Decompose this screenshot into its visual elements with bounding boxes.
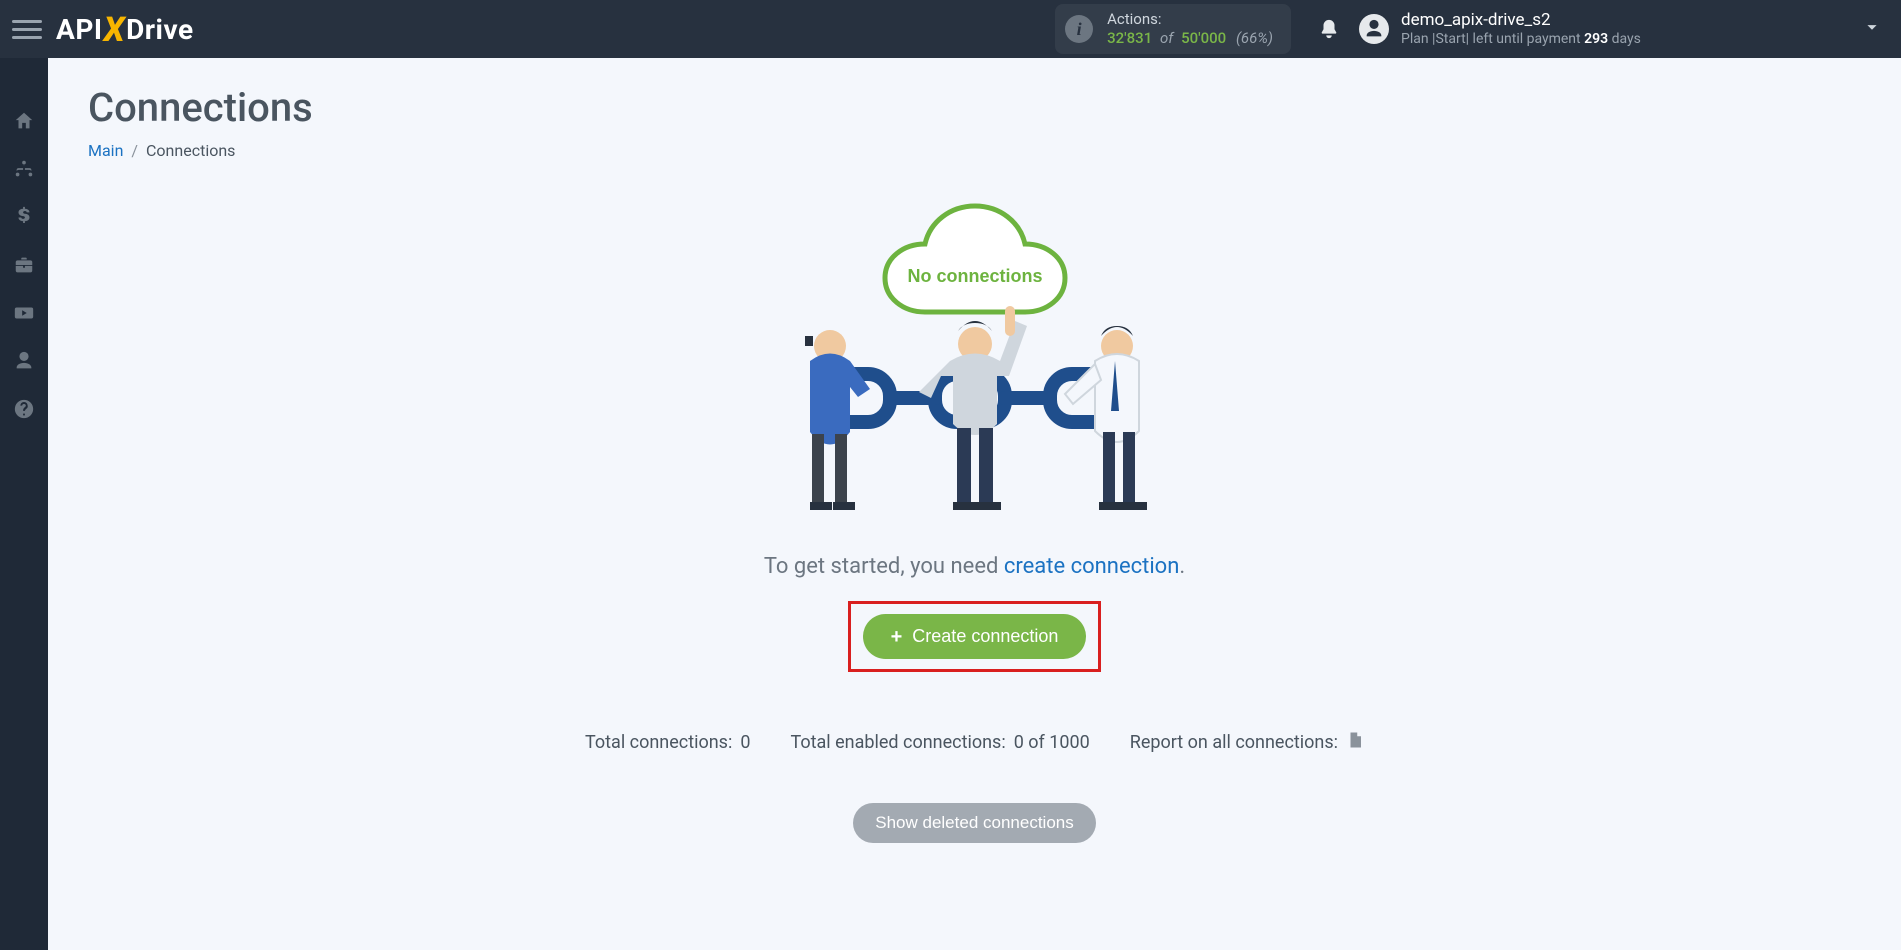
main-content: Connections Main / Connections No connec…	[48, 58, 1901, 950]
sidebar-item-account[interactable]	[0, 338, 48, 384]
breadcrumb-current: Connections	[146, 141, 235, 160]
sidebar-item-billing[interactable]	[0, 194, 48, 240]
page-title: Connections	[88, 84, 1861, 131]
actions-used: 32'831	[1107, 29, 1152, 47]
sidebar-item-video[interactable]	[0, 290, 48, 336]
user-avatar-icon[interactable]	[1359, 14, 1389, 44]
user-name: demo_apix-drive_s2	[1401, 10, 1861, 30]
logo-post: Drive	[126, 13, 193, 46]
sidebar-item-help[interactable]	[0, 386, 48, 432]
user-block[interactable]: demo_apix-drive_s2 Plan |Start| left unt…	[1401, 10, 1861, 47]
breadcrumb: Main / Connections	[88, 141, 1861, 160]
empty-state-illustration: No connections	[765, 196, 1185, 526]
create-connection-button[interactable]: + Create connection	[863, 614, 1087, 659]
menu-toggle-button[interactable]	[12, 14, 42, 44]
stats-enabled-label: Total enabled connections:	[790, 732, 1005, 753]
stats-total: Total connections: 0	[585, 732, 750, 753]
plan-prefix: Plan |Start| left until payment	[1401, 31, 1584, 47]
shell: Connections Main / Connections No connec…	[0, 58, 1901, 950]
document-icon	[1346, 730, 1364, 755]
toolbox-icon	[13, 254, 35, 276]
actions-numbers: 32'831 of 50'000 (66%)	[1107, 29, 1273, 48]
notifications-button[interactable]	[1315, 15, 1343, 43]
actions-usage-box[interactable]: i Actions: 32'831 of 50'000 (66%)	[1055, 4, 1291, 54]
stats-enabled-value: 0 of 1000	[1014, 732, 1090, 753]
hint-create-link[interactable]: create connection	[1004, 554, 1180, 579]
connections-icon	[13, 158, 35, 180]
create-button-label: Create connection	[912, 626, 1058, 647]
empty-state: No connections	[88, 196, 1861, 843]
actions-percent: (66%)	[1236, 29, 1273, 47]
hint-before: To get started, you need	[764, 554, 1004, 579]
user-plan: Plan |Start| left until payment 293 days	[1401, 31, 1861, 48]
plus-icon: +	[891, 627, 903, 647]
account-icon	[13, 350, 35, 372]
show-deleted-wrap: Show deleted connections	[853, 803, 1095, 843]
plan-suffix: days	[1608, 31, 1641, 47]
sidebar	[0, 58, 48, 950]
billing-icon	[13, 206, 35, 228]
logo-pre: API	[56, 13, 103, 46]
sidebar-item-toolbox[interactable]	[0, 242, 48, 288]
stats-total-label: Total connections:	[585, 732, 732, 753]
actions-label: Actions:	[1107, 10, 1273, 29]
empty-state-hint: To get started, you need create connecti…	[764, 554, 1185, 579]
logo[interactable]: API X Drive	[56, 9, 194, 49]
empty-cloud-text: No connections	[907, 266, 1042, 286]
stats-report-label: Report on all connections:	[1130, 732, 1338, 753]
stats-report[interactable]: Report on all connections:	[1130, 730, 1364, 755]
actions-total: 50'000	[1181, 29, 1226, 47]
topbar: API X Drive i Actions: 32'831 of 50'000 …	[0, 0, 1901, 58]
create-highlight-box: + Create connection	[848, 601, 1102, 672]
info-icon: i	[1065, 15, 1093, 43]
stats-total-value: 0	[740, 732, 750, 753]
sidebar-item-home[interactable]	[0, 98, 48, 144]
stats-enabled: Total enabled connections: 0 of 1000	[790, 732, 1089, 753]
logo-x: X	[104, 10, 126, 50]
actions-lines: Actions: 32'831 of 50'000 (66%)	[1107, 10, 1273, 48]
help-icon	[13, 398, 35, 420]
breadcrumb-separator: /	[131, 141, 138, 160]
stats-row: Total connections: 0 Total enabled conne…	[585, 730, 1364, 755]
plan-days: 293	[1584, 31, 1608, 47]
user-menu-chevron[interactable]	[1861, 16, 1883, 42]
sidebar-item-connections[interactable]	[0, 146, 48, 192]
hint-after: .	[1179, 554, 1185, 579]
video-icon	[13, 302, 35, 324]
breadcrumb-main[interactable]: Main	[88, 141, 123, 160]
show-deleted-button[interactable]: Show deleted connections	[853, 803, 1095, 843]
actions-of: of	[1160, 29, 1173, 47]
home-icon	[13, 110, 35, 132]
